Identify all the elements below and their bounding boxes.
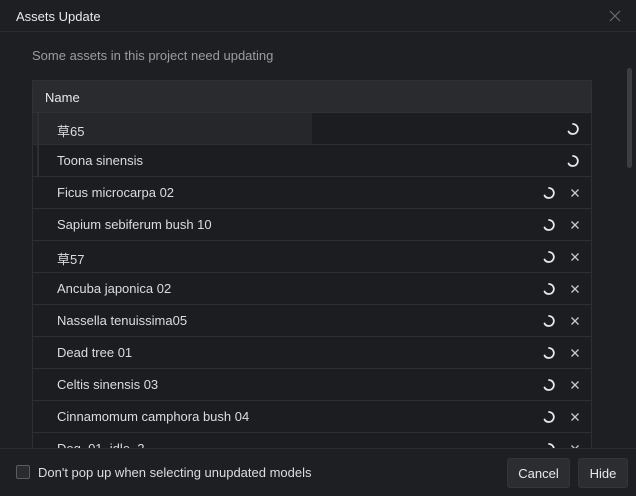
close-icon[interactable] [608, 9, 622, 23]
asset-name: 草57 [57, 252, 85, 267]
loading-spinner-icon [567, 123, 579, 135]
asset-name: Nassella tenuissima05 [57, 313, 188, 328]
dont-pop-up-checkbox[interactable] [16, 465, 30, 479]
table-row: Celtis sinensis 03 [32, 369, 592, 401]
loading-spinner-icon [543, 219, 555, 231]
asset-name: Sapium sebiferum bush 10 [57, 217, 212, 232]
loading-spinner-icon [543, 187, 555, 199]
remove-asset-icon[interactable] [568, 186, 582, 200]
remove-asset-icon[interactable] [568, 250, 582, 264]
dont-pop-up-label: Don't pop up when selecting unupdated mo… [38, 465, 312, 480]
asset-name: Cinnamomum camphora bush 04 [57, 409, 250, 424]
loading-spinner-icon [543, 347, 555, 359]
remove-asset-icon[interactable] [568, 346, 582, 360]
loading-spinner-icon [543, 283, 555, 295]
table-header: Name [32, 80, 592, 113]
table-row: Cinnamomum camphora bush 04 [32, 401, 592, 433]
row-indent-marker [37, 145, 39, 176]
asset-name: Toona sinensis [57, 153, 143, 168]
asset-name: Dead tree 01 [57, 345, 133, 360]
asset-name: Ficus microcarpa 02 [57, 185, 175, 200]
table-row: Ancuba japonica 02 [32, 273, 592, 305]
remove-asset-icon[interactable] [568, 218, 582, 232]
loading-spinner-icon [543, 251, 555, 263]
scrollbar-thumb[interactable] [627, 68, 632, 168]
table-row: Ficus microcarpa 02 [32, 177, 592, 209]
hide-button[interactable]: Hide [578, 458, 628, 488]
table-row: Sapium sebiferum bush 10 [32, 209, 592, 241]
table-row: Dog_01_idle_2 [32, 433, 592, 448]
loading-spinner-icon [543, 315, 555, 327]
remove-asset-icon[interactable] [568, 314, 582, 328]
dialog-titlebar: Assets Update [0, 0, 636, 32]
table-body: 草65 Toona sinensis Ficus microcarpa 02 Sapi… [32, 113, 592, 448]
remove-asset-icon[interactable] [568, 282, 582, 296]
table-row: Dead tree 01 [32, 337, 592, 369]
asset-name: 草65 [57, 124, 85, 139]
loading-spinner-icon [567, 155, 579, 167]
asset-name: Celtis sinensis 03 [57, 377, 159, 392]
column-header-name: Name [45, 90, 80, 105]
asset-name: Dog_01_idle_2 [57, 441, 144, 448]
table-row: 草57 [32, 241, 592, 273]
cancel-button[interactable]: Cancel [507, 458, 570, 488]
loading-spinner-icon [543, 379, 555, 391]
table-row: Nassella tenuissima05 [32, 305, 592, 337]
table-row: Toona sinensis [32, 145, 592, 177]
row-indent-marker [37, 113, 39, 144]
remove-asset-icon[interactable] [568, 410, 582, 424]
loading-spinner-icon [543, 411, 555, 423]
assets-table: Name 草65 Toona sinensis Ficus microcarpa 0… [32, 80, 592, 448]
remove-asset-icon[interactable] [568, 378, 582, 392]
asset-name: Ancuba japonica 02 [57, 281, 172, 296]
table-row: 草65 [32, 113, 592, 145]
dialog-title: Assets Update [16, 9, 101, 24]
